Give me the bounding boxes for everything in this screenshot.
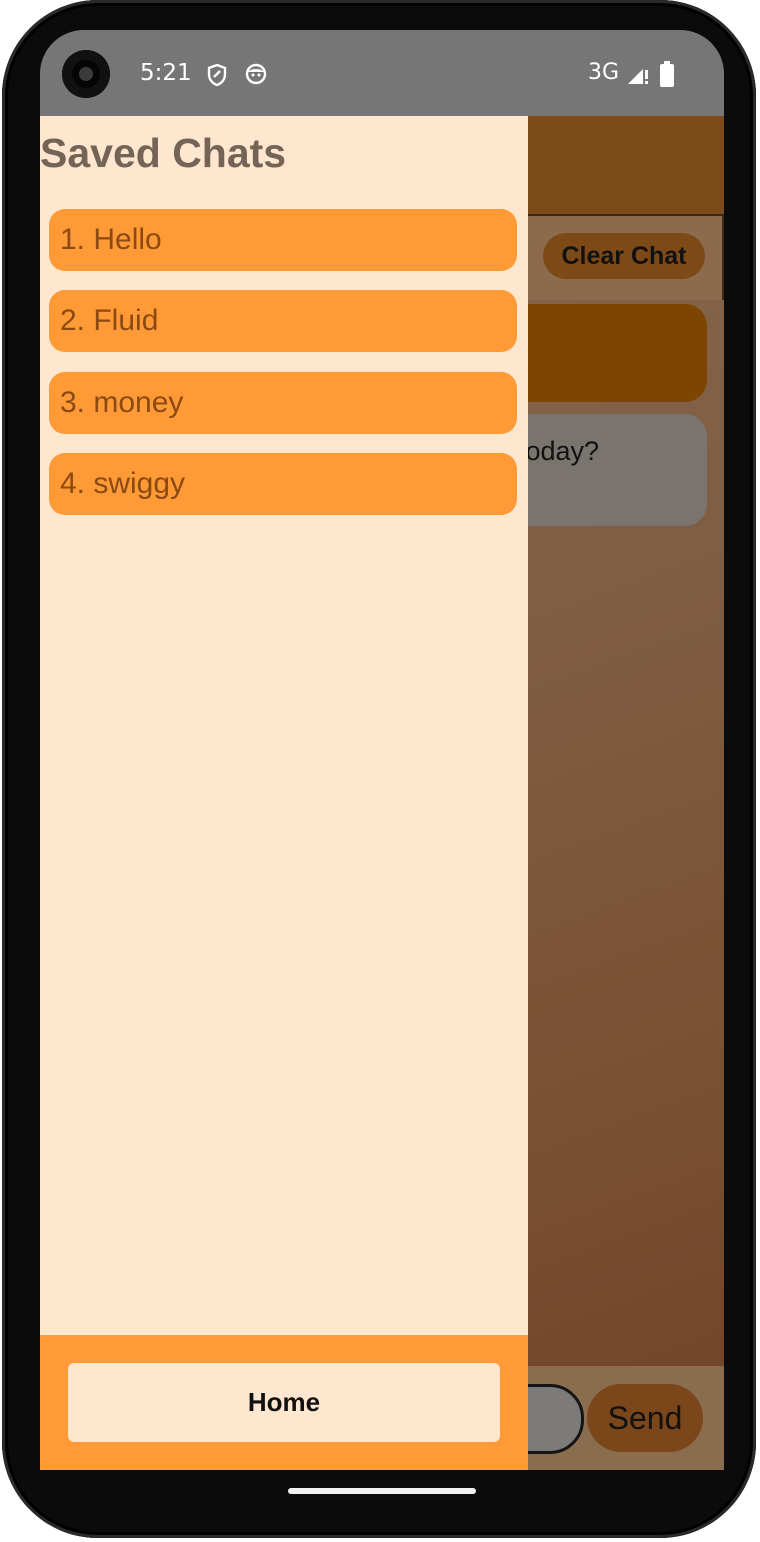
saved-chat-item[interactable]: 1. Hello	[49, 209, 517, 271]
saved-chat-item[interactable]: 2. Fluid	[49, 290, 517, 352]
status-time: 5:21	[140, 60, 192, 86]
front-camera	[62, 50, 110, 98]
gesture-nav-handle[interactable]	[288, 1488, 476, 1494]
saved-chats-drawer: Saved Chats 1. Hello 2. Fluid 3. money 4…	[40, 116, 528, 1470]
phone-frame: 5:21 3G Clear Chat today? Send Saved Cha…	[2, 0, 756, 1538]
battery-icon	[660, 61, 674, 92]
saved-chat-label: 3. money	[60, 386, 184, 419]
status-bar: 5:21 3G	[40, 30, 724, 116]
screen: 5:21 3G Clear Chat today? Send Saved Cha…	[40, 30, 724, 1470]
face-icon	[245, 63, 267, 90]
send-button[interactable]: Send	[587, 1384, 703, 1452]
signal-icon	[626, 62, 650, 91]
home-button[interactable]: Home	[68, 1363, 500, 1442]
user-message-bubble	[510, 304, 707, 402]
bot-message-text: today?	[518, 436, 600, 466]
network-type: 3G	[588, 60, 620, 85]
saved-chat-label: 1. Hello	[60, 223, 162, 256]
bot-message-bubble	[510, 414, 707, 526]
drawer-title: Saved Chats	[40, 130, 287, 176]
drawer-footer: Home	[40, 1335, 528, 1470]
saved-chat-label: 2. Fluid	[60, 304, 159, 337]
saved-chat-item[interactable]: 3. money	[49, 372, 517, 434]
clear-chat-button[interactable]: Clear Chat	[543, 233, 705, 279]
shield-icon	[207, 63, 227, 92]
saved-chat-label: 4. swiggy	[60, 467, 186, 500]
saved-chat-item[interactable]: 4. swiggy	[49, 453, 517, 515]
